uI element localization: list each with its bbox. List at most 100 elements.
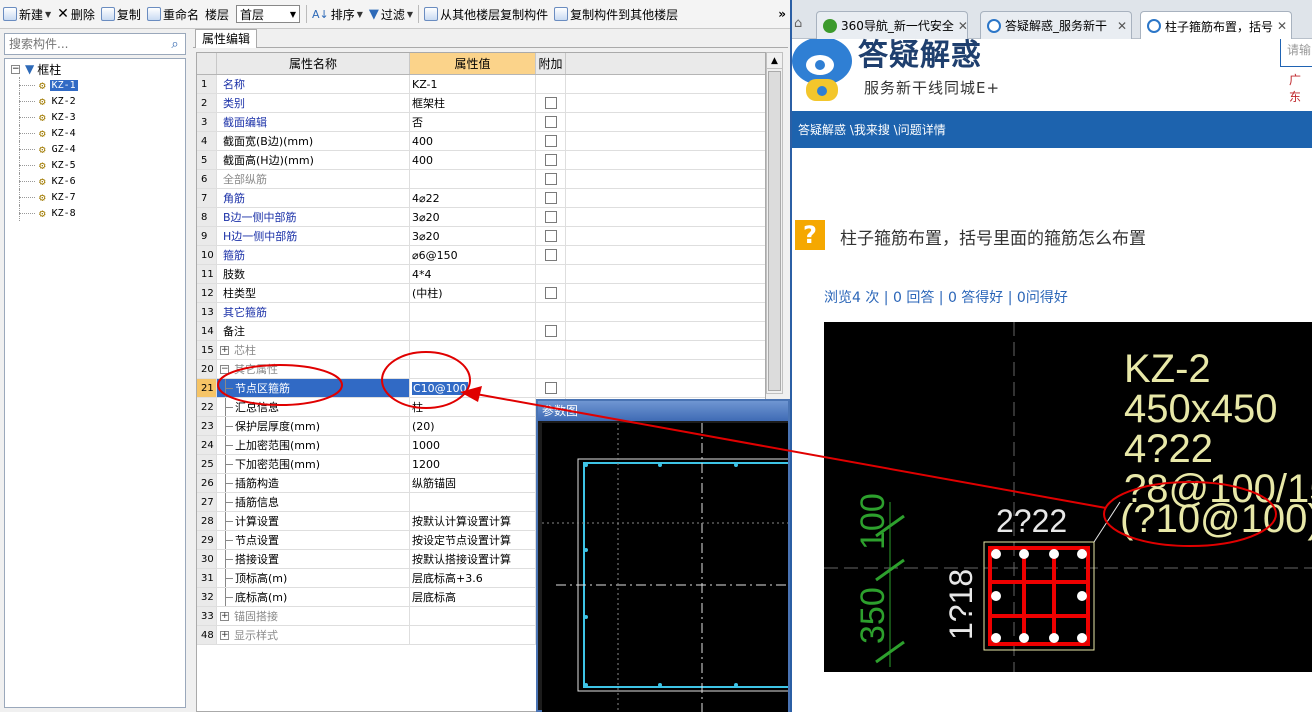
tree-item[interactable]: ⚙ KZ-6	[5, 173, 185, 189]
property-value[interactable]: 框架柱	[410, 94, 536, 112]
table-row[interactable]: 11 肢数 4*4	[197, 265, 765, 284]
property-value[interactable]	[410, 170, 536, 188]
toolbar-overflow-button[interactable]: »	[775, 3, 790, 25]
tab-property-edit[interactable]: 属性编辑	[195, 29, 258, 48]
property-value[interactable]: 3⌀20	[410, 227, 536, 245]
search-input[interactable]	[5, 35, 165, 53]
tree-item[interactable]: ⚙ KZ-3	[5, 109, 185, 125]
table-row[interactable]: 4 截面宽(B边)(mm) 400	[197, 132, 765, 151]
table-row[interactable]: 13 其它箍筋	[197, 303, 765, 322]
vertical-scrollbar[interactable]: ▲	[766, 52, 783, 394]
add-checkbox[interactable]	[544, 211, 557, 223]
tree-item[interactable]: ⚙ KZ-8	[5, 205, 185, 221]
sort-button[interactable]: A↓ 排序 ▼	[309, 3, 366, 25]
property-value[interactable]: 按默认计算设置计算	[410, 512, 536, 530]
table-row[interactable]: 14 备注	[197, 322, 765, 341]
property-value[interactable]: 3⌀20	[410, 208, 536, 226]
expand-icon[interactable]: +	[220, 611, 229, 621]
table-row[interactable]: 6 全部纵筋	[197, 170, 765, 189]
close-icon[interactable]: ✕	[1113, 19, 1131, 33]
rename-button[interactable]: 重命名	[144, 3, 202, 25]
property-value[interactable]: 400	[410, 151, 536, 169]
property-value[interactable]	[410, 626, 536, 644]
table-row[interactable]: 10 箍筋 ⌀6@150	[197, 246, 765, 265]
add-checkbox[interactable]	[544, 116, 557, 128]
property-value[interactable]: (中柱)	[410, 284, 536, 302]
property-value[interactable]	[410, 322, 536, 340]
table-row[interactable]: 1 名称 KZ-1	[197, 75, 765, 94]
collapse-icon[interactable]: −	[11, 64, 20, 74]
property-value[interactable]: 柱	[410, 398, 536, 416]
copy-to-floor-button[interactable]: 复制构件到其他楼层	[551, 3, 681, 25]
scroll-up-icon[interactable]: ▲	[767, 53, 782, 69]
tree-item[interactable]: ⚙ KZ-2	[5, 93, 185, 109]
tree-root[interactable]: − ▼ 框柱	[5, 61, 185, 77]
property-value[interactable]: 4⌀22	[410, 189, 536, 207]
property-value[interactable]: 层底标高+3.6	[410, 569, 536, 587]
tree-item[interactable]: ⚙ KZ-1	[5, 77, 185, 93]
site-search-input[interactable]: 请输	[1280, 39, 1312, 67]
expand-icon[interactable]: +	[220, 630, 229, 640]
property-value[interactable]: (20)	[410, 417, 536, 435]
home-icon[interactable]: ⌂	[794, 16, 808, 31]
new-button[interactable]: 新建 ▼	[0, 3, 54, 25]
property-value[interactable]: C10@100	[410, 379, 536, 397]
tree-item[interactable]: ⚙ KZ-7	[5, 189, 185, 205]
expand-icon[interactable]: +	[220, 345, 229, 355]
delete-button[interactable]: ✕ 删除	[54, 3, 98, 25]
copy-from-floor-button[interactable]: 从其他楼层复制构件	[421, 3, 551, 25]
property-value[interactable]: 1200	[410, 455, 536, 473]
region-label[interactable]: 广东	[1289, 71, 1312, 105]
property-value[interactable]: 纵筋锚固	[410, 474, 536, 492]
copy-button[interactable]: 复制	[98, 3, 144, 25]
property-value[interactable]: 按默认搭接设置计算	[410, 550, 536, 568]
table-row[interactable]: 3 截面编辑 否	[197, 113, 765, 132]
table-row[interactable]: 5 截面高(H边)(mm) 400	[197, 151, 765, 170]
property-value[interactable]	[410, 493, 536, 511]
property-value[interactable]: 层底标高	[410, 588, 536, 606]
add-checkbox[interactable]	[544, 287, 557, 299]
tree-item[interactable]: ⚙ GZ-4	[5, 141, 185, 157]
property-value[interactable]: KZ-1	[410, 75, 536, 93]
add-checkbox[interactable]	[544, 249, 557, 261]
property-value[interactable]: 4*4	[410, 265, 536, 283]
floor-select[interactable]: 首层 ▼	[235, 5, 300, 23]
property-value[interactable]: 1000	[410, 436, 536, 454]
add-checkbox[interactable]	[544, 97, 557, 109]
table-row[interactable]: 12 柱类型 (中柱)	[197, 284, 765, 303]
property-value[interactable]	[410, 360, 536, 378]
tree-item[interactable]: ⚙ KZ-5	[5, 157, 185, 173]
add-checkbox[interactable]	[544, 135, 557, 147]
table-row[interactable]: 7 角筋 4⌀22	[197, 189, 765, 208]
add-checkbox[interactable]	[544, 382, 557, 394]
close-icon[interactable]: ✕	[1273, 19, 1291, 33]
tree-item[interactable]: ⚙ KZ-4	[5, 125, 185, 141]
table-row[interactable]: 15 + 芯柱	[197, 341, 765, 360]
close-icon[interactable]: ✕	[954, 19, 967, 33]
filter-button[interactable]: ▼ 过滤 ▼	[366, 3, 416, 25]
add-checkbox[interactable]	[544, 230, 557, 242]
property-value[interactable]: ⌀6@150	[410, 246, 536, 264]
property-value[interactable]: 否	[410, 113, 536, 131]
table-row[interactable]: 9 H边一侧中部筋 3⌀20	[197, 227, 765, 246]
add-checkbox[interactable]	[544, 325, 557, 337]
collapse-icon[interactable]: −	[220, 364, 229, 374]
add-checkbox[interactable]	[544, 173, 557, 185]
add-checkbox[interactable]	[544, 192, 557, 204]
property-value[interactable]	[410, 341, 536, 359]
search-icon[interactable]: ⌕	[165, 34, 185, 54]
table-row[interactable]: 20− 其它属性	[197, 360, 765, 379]
add-checkbox[interactable]	[544, 154, 557, 166]
property-value[interactable]	[410, 303, 536, 321]
table-row[interactable]: 8 B边一侧中部筋 3⌀20	[197, 208, 765, 227]
scroll-thumb[interactable]	[768, 71, 781, 391]
browser-tab-3[interactable]: 柱子箍筋布置，括号 ✕	[1140, 11, 1292, 40]
table-row[interactable]: 2 类别 框架柱	[197, 94, 765, 113]
breadcrumb[interactable]: 答疑解惑 \我来搜 \问题详情	[792, 111, 1312, 148]
table-row[interactable]: 21 节点区箍筋 C10@100	[197, 379, 765, 398]
property-value[interactable]: 按设定节点设置计算	[410, 531, 536, 549]
browser-tab-1[interactable]: 360导航_新一代安全 ✕	[816, 11, 968, 39]
property-value[interactable]: 400	[410, 132, 536, 150]
browser-tab-2[interactable]: 答疑解惑_服务新干 ✕	[980, 11, 1132, 39]
property-value[interactable]	[410, 607, 536, 625]
